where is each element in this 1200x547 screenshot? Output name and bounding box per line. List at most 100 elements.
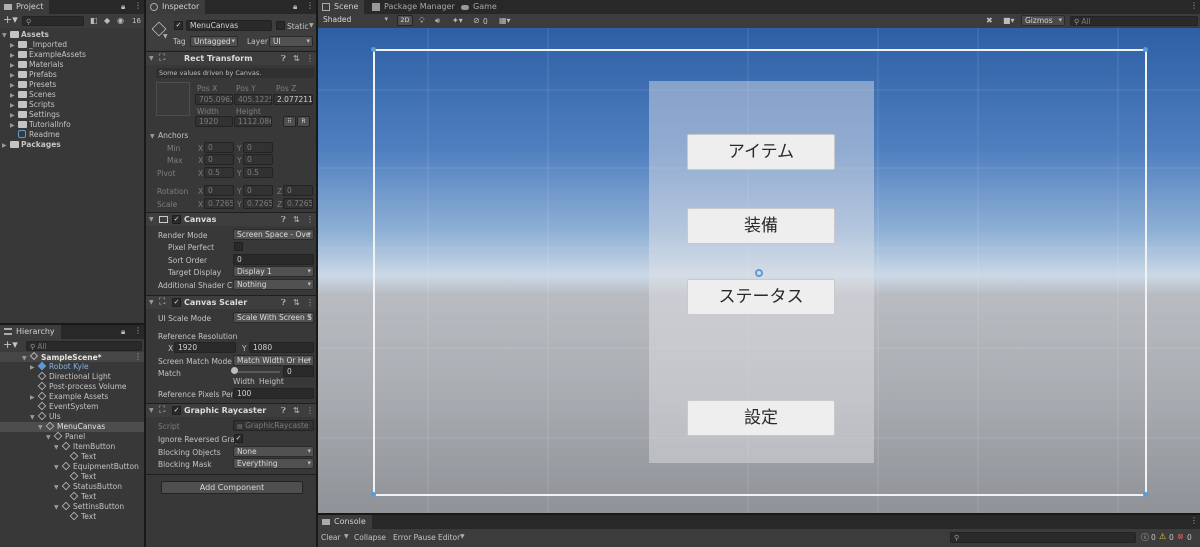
tree-item[interactable]: Readme	[18, 130, 60, 140]
canvas-scaler-header[interactable]: ▼ ⛶ ✓ Canvas Scaler ❓︎ ⇅ ⋮	[146, 295, 316, 309]
canvas-corner-handle[interactable]	[1143, 492, 1148, 497]
menu-dots-icon[interactable]: ⋮	[134, 352, 142, 361]
tab-console[interactable]: Console	[318, 515, 372, 529]
equipment-button[interactable]: 装備	[687, 208, 835, 244]
anchor-preset-widget[interactable]	[156, 82, 190, 116]
tab-project[interactable]: Project	[0, 0, 50, 14]
chevron-down-icon[interactable]: ▼	[460, 533, 465, 540]
tree-item[interactable]: ▶ Materials	[10, 60, 63, 70]
tree-item[interactable]: ▶ Settings	[10, 110, 60, 120]
hidden-objects-icon[interactable]: ⊘	[473, 16, 480, 25]
hierarchy-item[interactable]: ▼ ItemButton	[54, 441, 115, 452]
screen-match-mode-dropdown[interactable]: Match Width Or Hei	[233, 355, 314, 366]
static-checkbox[interactable]	[276, 21, 285, 30]
match-value-field[interactable]: 0	[283, 366, 314, 377]
ui-scale-mode-dropdown[interactable]: Scale With Screen S	[233, 312, 314, 323]
shading-mode-dropdown[interactable]: Shaded	[320, 15, 390, 26]
warning-count-icon[interactable]: ⚠	[1159, 532, 1166, 541]
tab-hierarchy[interactable]: Hierarchy	[0, 325, 61, 339]
lighting-icon[interactable]: 💡︎	[419, 16, 425, 26]
scene-row[interactable]: ▼ SampleScene* ⋮	[0, 352, 144, 362]
console-search-input[interactable]: ⚲	[950, 532, 1136, 543]
gizmos-dropdown[interactable]: Gizmos	[1021, 15, 1065, 26]
filter-icon[interactable]: ◧	[90, 16, 98, 25]
help-icon[interactable]: ❓︎	[281, 406, 286, 416]
tag-dropdown[interactable]: Untagged	[190, 36, 238, 47]
project-search-input[interactable]: ⚲	[22, 16, 84, 26]
tab-inspector[interactable]: Inspector	[146, 0, 206, 14]
hierarchy-item[interactable]: ▼ SettinsButton	[54, 501, 124, 512]
audio-icon[interactable]: 🔊︎	[435, 16, 440, 26]
tree-item[interactable]: ▶ Scenes	[10, 90, 56, 100]
hierarchy-item-selected[interactable]: ▼ MenuCanvas	[0, 421, 144, 432]
reference-y-field[interactable]: 1080	[249, 342, 314, 353]
menu-dots-icon[interactable]: ⋮	[306, 215, 314, 224]
item-button[interactable]: アイテム	[687, 134, 835, 170]
reference-x-field[interactable]: 1920	[174, 342, 236, 353]
match-slider-track[interactable]	[234, 371, 280, 373]
menu-dots-icon[interactable]: ⋮	[306, 54, 314, 63]
rect-transform-header[interactable]: ▼ ⛶ Rect Transform ❓︎ ⇅ ⋮	[146, 51, 316, 65]
hierarchy-search-input[interactable]: ⚲ All	[26, 341, 142, 351]
tree-item[interactable]: ▶ ExampleAssets	[10, 50, 86, 60]
pixel-perfect-checkbox[interactable]	[234, 242, 243, 251]
graphic-raycaster-header[interactable]: ▼ ⛶ ✓ Graphic Raycaster ❓︎ ⇅ ⋮	[146, 403, 316, 417]
menu-dots-icon[interactable]: ⋮	[306, 298, 314, 307]
ignore-reversed-checkbox[interactable]: ✓	[234, 434, 243, 443]
help-icon[interactable]: ❓︎	[281, 298, 286, 308]
posz-field[interactable]: 2.077211	[273, 94, 313, 105]
tools-icon[interactable]: ✖	[986, 16, 993, 25]
canvas-enabled-checkbox[interactable]: ✓	[172, 215, 181, 224]
chevron-down-icon[interactable]: ▼	[309, 22, 314, 29]
info-count-icon[interactable]: ⓘ	[1141, 532, 1149, 543]
canvas-corner-handle[interactable]	[371, 492, 376, 497]
blueprint-mode-button[interactable]: ⠿	[283, 116, 296, 127]
render-mode-dropdown[interactable]: Screen Space - Ove	[233, 229, 314, 240]
editor-dropdown[interactable]: Editor	[438, 533, 460, 542]
settings-button[interactable]: 設定	[687, 400, 835, 436]
preset-icon[interactable]: ⇅	[293, 298, 300, 307]
lock-icon[interactable]: 🔒︎	[121, 327, 125, 337]
collapse-button[interactable]: Collapse	[354, 533, 386, 542]
hierarchy-item[interactable]: ▼ StatusButton	[54, 481, 122, 492]
scene-search-input[interactable]: ⚲ All	[1070, 16, 1198, 26]
tree-item[interactable]: ▶ Prefabs	[10, 70, 57, 80]
add-icon[interactable]: +▾	[3, 14, 18, 26]
shader-channels-dropdown[interactable]: Nothing	[233, 279, 314, 290]
object-name-field[interactable]: MenuCanvas	[186, 20, 272, 31]
hierarchy-item[interactable]: Text	[69, 511, 96, 522]
preset-icon[interactable]: ⇅	[293, 215, 300, 224]
hierarchy-item[interactable]: Text	[69, 451, 96, 462]
tree-item[interactable]: ▶ TutorialInfo	[10, 120, 71, 130]
add-icon[interactable]: +▾	[3, 339, 18, 351]
hierarchy-item[interactable]: ▼ EquipmentButton	[54, 461, 139, 472]
sort-order-field[interactable]: 0	[233, 254, 314, 265]
mode-2d-toggle[interactable]: 2D	[397, 15, 413, 26]
preset-icon[interactable]: ⇅	[293, 54, 300, 63]
hierarchy-item[interactable]: Post-process Volume	[37, 381, 127, 392]
tree-item[interactable]: ▶ Packages	[2, 140, 61, 150]
hierarchy-item[interactable]: ▼ UIs	[30, 411, 61, 422]
hierarchy-item[interactable]: ▶ Robot Kyle	[30, 361, 89, 372]
menu-dots-icon[interactable]: ⋮	[134, 326, 142, 335]
preset-icon[interactable]: ⇅	[293, 406, 300, 415]
layer-dropdown[interactable]: UI	[269, 36, 313, 47]
pivot-handle[interactable]	[755, 269, 763, 277]
menu-dots-icon[interactable]: ⋮	[1190, 1, 1198, 10]
chevron-down-icon[interactable]: ▼	[163, 33, 168, 40]
help-icon[interactable]: ❓︎	[281, 54, 286, 64]
lock-icon[interactable]: 🔒︎	[293, 2, 297, 12]
clear-button[interactable]: Clear	[321, 533, 341, 542]
menu-dots-icon[interactable]: ⋮	[134, 1, 142, 10]
hierarchy-item[interactable]: EventSystem	[37, 401, 98, 412]
status-button[interactable]: ステータス	[687, 279, 835, 315]
tree-item[interactable]: ▶ Scripts	[10, 100, 55, 110]
canvas-corner-handle[interactable]	[1143, 47, 1148, 52]
tab-game[interactable]: Game	[457, 0, 503, 14]
target-display-dropdown[interactable]: Display 1	[233, 266, 314, 277]
eye-icon[interactable]: ◉	[117, 16, 124, 25]
active-checkbox[interactable]: ✓	[174, 21, 183, 30]
menu-dots-icon[interactable]: ⋮	[1190, 516, 1198, 525]
error-pause-button[interactable]: Error Pause	[393, 533, 436, 542]
tree-item[interactable]: ▶ _Imported	[10, 40, 67, 50]
